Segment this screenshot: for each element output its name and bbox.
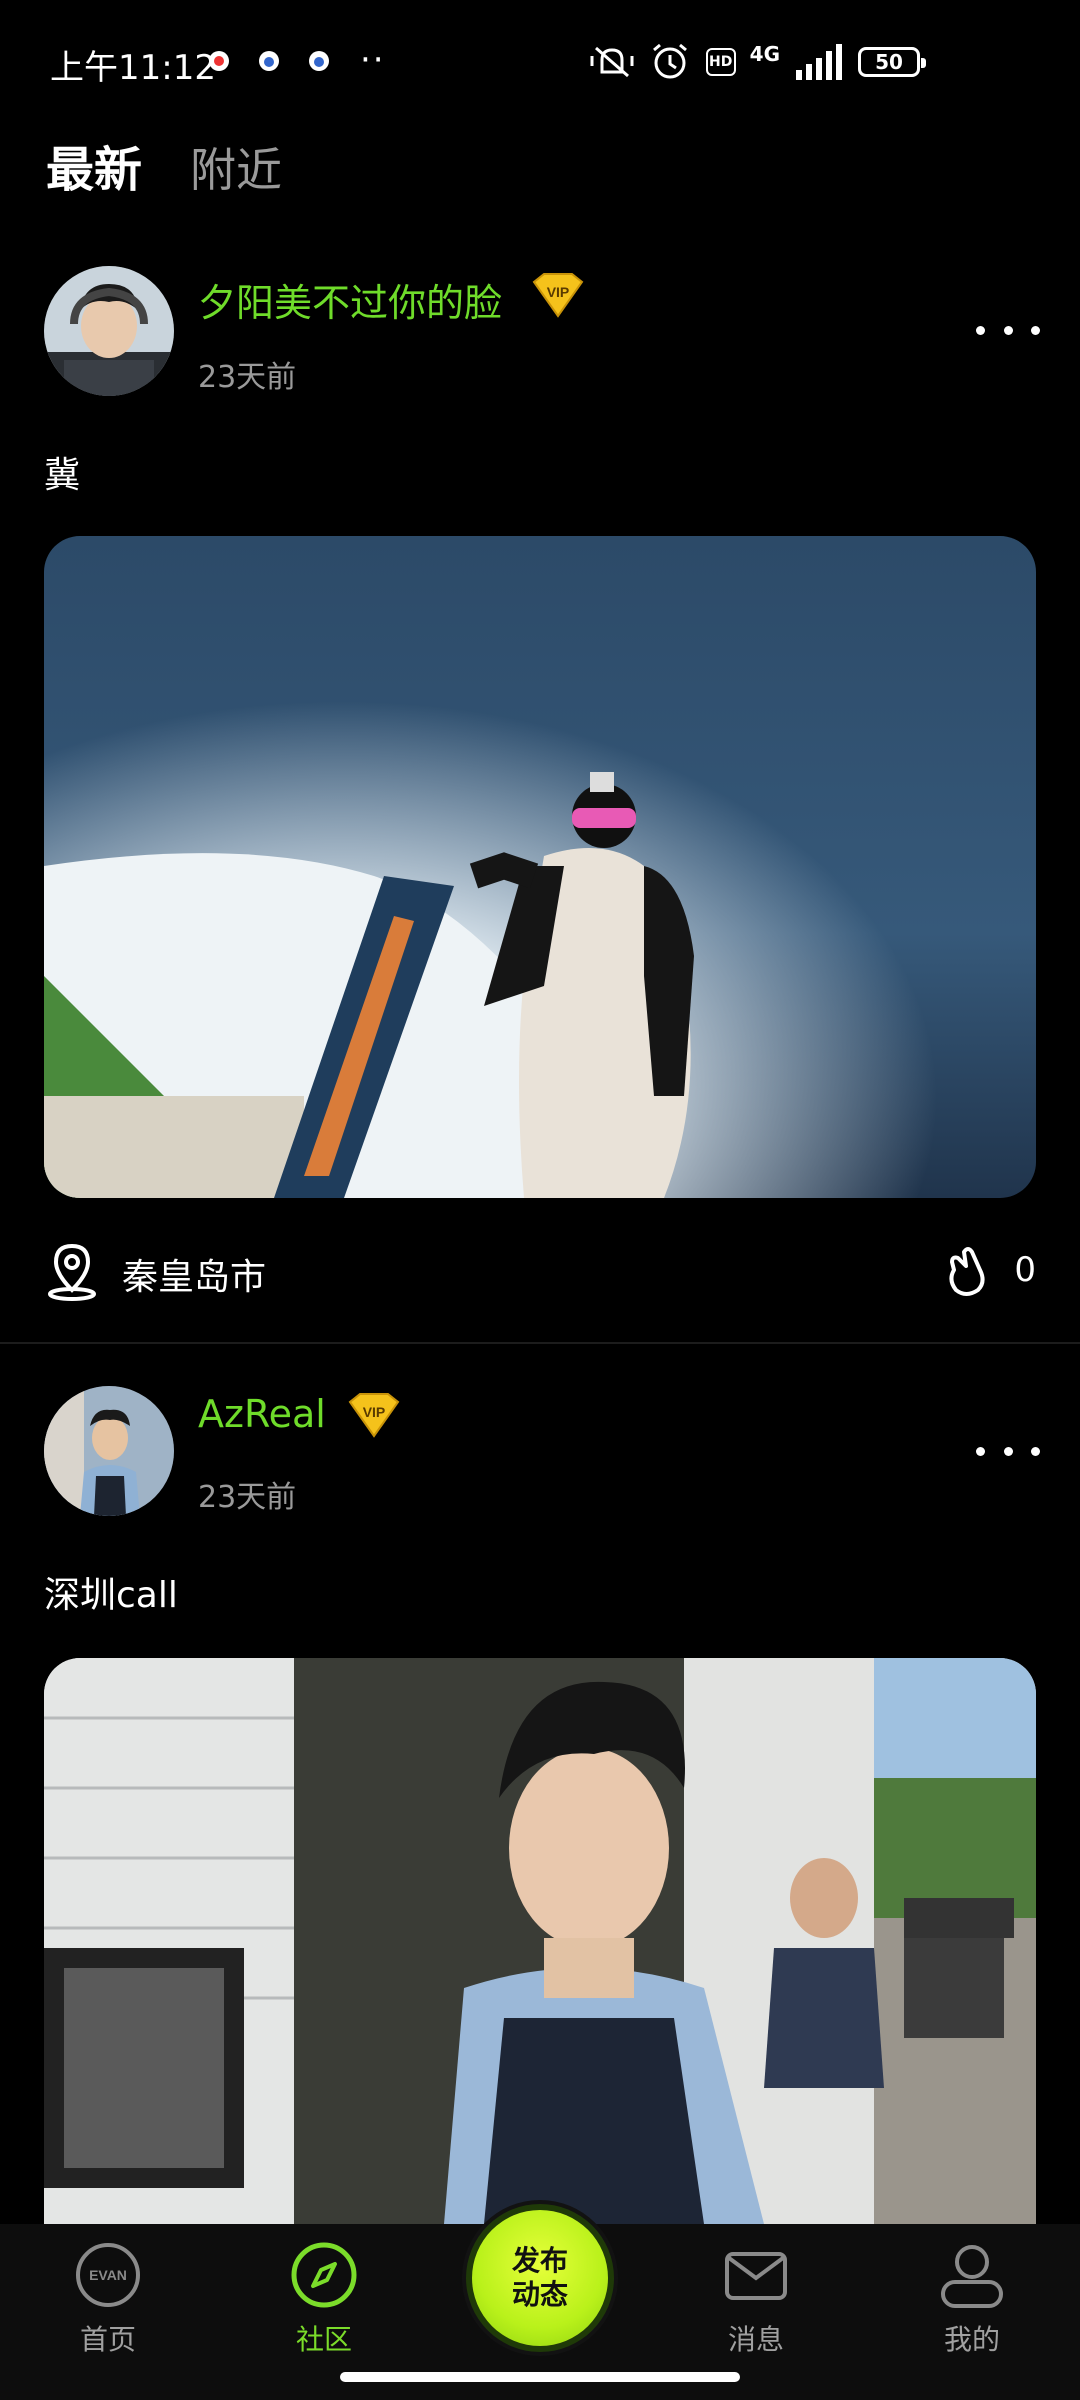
feed-tabs: 最新 附近	[46, 130, 282, 200]
home-logo-text: EVAN	[89, 2267, 127, 2283]
notification-app-icon	[209, 51, 229, 71]
publish-button-face: 发布 动态	[472, 2210, 608, 2346]
post-time: 23天前	[198, 360, 297, 395]
nav-home[interactable]: EVAN 首页	[38, 2240, 178, 2358]
more-options-icon[interactable]	[976, 315, 1040, 345]
signal-icon	[796, 44, 842, 80]
avatar-image	[44, 266, 174, 396]
finger-heart-icon[interactable]	[940, 1240, 992, 1300]
mail-icon	[725, 2252, 787, 2300]
status-right-icons: HD 4G 50	[590, 40, 926, 84]
location-pin-icon	[48, 1243, 96, 1301]
notification-app-icon	[259, 51, 279, 71]
nav-community[interactable]: 社区	[254, 2240, 394, 2358]
post-image-snowboard	[44, 536, 1036, 1198]
post-divider	[0, 1342, 1080, 1344]
user-profile-icon	[941, 2245, 1003, 2308]
more-options-icon[interactable]	[976, 1436, 1040, 1466]
mute-vibrate-icon	[590, 46, 634, 78]
nav-community-label: 社区	[295, 2323, 352, 2356]
status-bar: 上午11:12 ·· HD 4G 50	[0, 0, 1080, 120]
battery-level: 50	[875, 50, 903, 74]
nav-messages[interactable]: 消息	[686, 2240, 826, 2358]
avatar-image	[44, 1386, 174, 1516]
vip-badge-label: VIP	[363, 1404, 386, 1420]
hd-badge: HD	[705, 48, 736, 76]
post-content: 深圳call	[44, 1575, 178, 1616]
nav-mine-label: 我的	[943, 2323, 1000, 2356]
nav-messages-label: 消息	[727, 2323, 784, 2356]
status-time: 上午11:12	[50, 48, 216, 88]
compass-icon	[291, 2242, 357, 2308]
post-image[interactable]	[44, 536, 1036, 1198]
notification-app-icon	[309, 51, 329, 71]
nav-mine[interactable]: 我的	[902, 2240, 1042, 2358]
avatar[interactable]	[44, 1386, 174, 1516]
post-location[interactable]: 秦皇岛市	[122, 1248, 266, 1300]
post-username[interactable]: 夕阳美不过你的脸	[198, 272, 502, 327]
home-logo-icon: EVAN	[76, 2243, 140, 2307]
publish-button[interactable]: 发布 动态	[462, 2200, 618, 2356]
post-image[interactable]	[44, 1658, 1036, 2224]
avatar[interactable]	[44, 266, 174, 396]
publish-label-line2: 动态	[511, 2278, 568, 2311]
tab-nearby[interactable]: 附近	[190, 134, 282, 200]
post-content: 冀	[44, 455, 81, 496]
post-time: 23天前	[198, 1480, 297, 1515]
vip-badge-icon: VIP	[532, 273, 584, 318]
vip-badge-icon: VIP	[348, 1393, 400, 1438]
post-footer: 秦皇岛市 0	[44, 1236, 1036, 1306]
status-more-dots: ··	[360, 40, 386, 80]
home-indicator[interactable]	[340, 2372, 740, 2382]
vip-badge-label: VIP	[547, 284, 570, 300]
post-image-portrait	[44, 1658, 1036, 2224]
publish-label-line1: 发布	[511, 2244, 568, 2277]
alarm-icon	[652, 43, 687, 79]
post-username[interactable]: AzReal	[198, 1392, 326, 1436]
battery-indicator: 50	[858, 47, 926, 77]
nav-home-label: 首页	[79, 2323, 136, 2356]
like-count: 0	[1014, 1250, 1036, 1290]
tab-latest[interactable]: 最新	[46, 130, 142, 200]
network-type: 4G	[749, 42, 780, 66]
